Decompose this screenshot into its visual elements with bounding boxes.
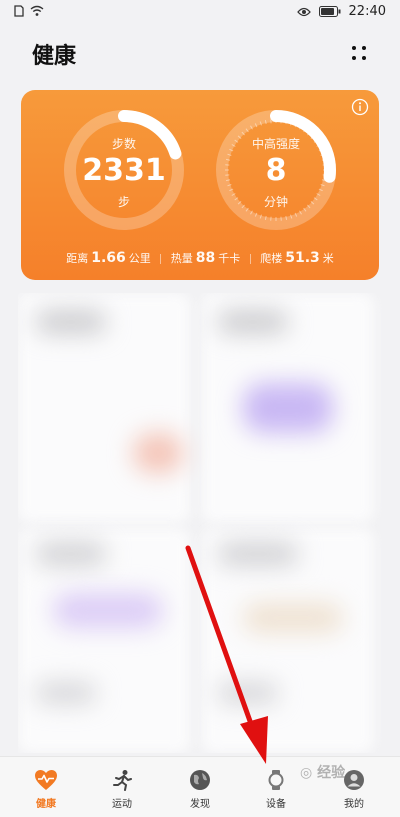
intensity-unit: 分钟 (211, 193, 341, 210)
blurred-text (36, 683, 96, 703)
info-icon[interactable] (351, 98, 369, 116)
stat-climb-value: 51.3 (285, 250, 320, 266)
status-time: 22:40 (349, 4, 386, 19)
blurred-graphic (243, 603, 343, 633)
intensity-value: 8 (211, 153, 341, 188)
stat-climb: 爬楼51.3米 (260, 252, 334, 265)
steps-value: 2331 (59, 153, 189, 188)
blurred-text (218, 683, 278, 703)
globe-icon (189, 769, 211, 791)
intensity-ring[interactable]: 中高强度 8 分钟 (211, 105, 341, 235)
stat-calories: 热量88千卡 (171, 252, 244, 265)
stat-distance-unit: 公里 (129, 252, 151, 265)
tab-health-label: 健康 (6, 795, 86, 810)
page-title: 健康 (32, 38, 76, 70)
blurred-graphic (133, 433, 183, 473)
watch-icon (265, 769, 287, 791)
more-options-icon[interactable] (348, 42, 370, 64)
sim-card-icon (14, 5, 24, 17)
app-header: 健康 (0, 26, 400, 82)
steps-label: 步数 (59, 135, 189, 152)
battery-icon (319, 6, 341, 17)
daily-stats-row: 距离1.66公里 热量88千卡 爬楼51.3米 (21, 250, 379, 266)
eye-icon (297, 7, 311, 17)
tab-discover-label: 发现 (160, 795, 240, 810)
tab-devices-label: 设备 (236, 795, 316, 810)
stat-distance-value: 1.66 (91, 250, 126, 266)
blurred-text (36, 311, 106, 333)
blurred-graphic (243, 383, 333, 433)
blurred-graphic (53, 593, 163, 628)
profile-icon (343, 769, 365, 791)
tab-me-label: 我的 (314, 795, 394, 810)
steps-unit: 步 (59, 193, 189, 210)
tab-exercise[interactable]: 运动 (82, 761, 162, 813)
tab-discover[interactable]: 发现 (160, 761, 240, 813)
stat-calories-unit: 千卡 (218, 252, 240, 265)
heart-pulse-icon (34, 769, 58, 791)
blurred-text (218, 311, 288, 333)
blurred-text (218, 543, 298, 565)
blurred-content-area (18, 293, 382, 753)
intensity-label: 中高强度 (211, 135, 341, 152)
stat-divider (250, 254, 251, 264)
stat-climb-unit: 米 (323, 252, 334, 265)
stat-distance-label: 距离 (66, 252, 88, 265)
blurred-text (36, 543, 106, 565)
status-bar: 22:40 (0, 0, 400, 26)
tab-health[interactable]: 健康 (6, 761, 86, 813)
stat-calories-label: 热量 (171, 252, 193, 265)
wifi-icon (30, 5, 44, 17)
stat-climb-label: 爬楼 (260, 252, 282, 265)
stat-calories-value: 88 (196, 250, 215, 266)
activity-summary-card[interactable]: 步数 2331 步 中高强度 8 分钟 距离1.66公里 热量88千卡 爬楼51… (21, 90, 379, 280)
stat-divider (160, 254, 161, 264)
watermark: ◎ 经验 (300, 762, 345, 782)
tab-exercise-label: 运动 (82, 795, 162, 810)
stat-distance: 距离1.66公里 (66, 252, 154, 265)
running-icon (111, 769, 133, 791)
steps-ring[interactable]: 步数 2331 步 (59, 105, 189, 235)
